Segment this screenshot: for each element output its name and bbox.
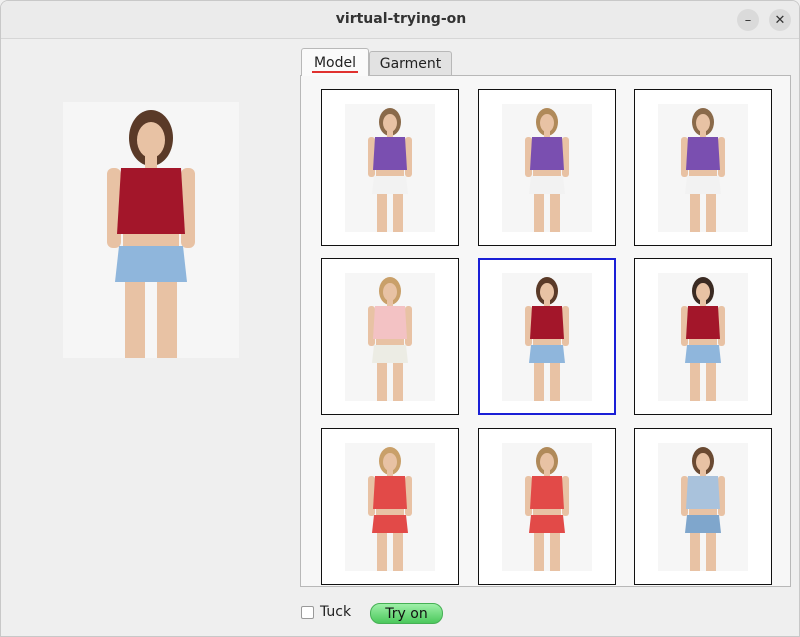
tuck-label: Tuck bbox=[320, 604, 352, 620]
model-photo bbox=[658, 442, 748, 571]
preview-figure bbox=[63, 102, 239, 358]
model-thumbnail[interactable] bbox=[478, 89, 616, 246]
close-icon: ✕ bbox=[774, 12, 786, 28]
model-photo bbox=[345, 103, 435, 232]
model-photo bbox=[502, 272, 592, 401]
model-photo bbox=[345, 272, 435, 401]
close-button[interactable]: ✕ bbox=[769, 9, 791, 31]
app-window: virtual-trying-on – ✕ Model Garment Tuck… bbox=[0, 0, 800, 637]
model-thumbnail[interactable] bbox=[321, 428, 459, 585]
tab-garment-label: Garment bbox=[379, 55, 442, 72]
model-preview-image bbox=[63, 102, 239, 358]
tab-model-label: Model bbox=[313, 54, 357, 71]
model-thumbnail[interactable] bbox=[321, 258, 459, 415]
model-thumbnail[interactable] bbox=[478, 258, 616, 415]
model-gallery-panel[interactable] bbox=[300, 75, 791, 587]
model-thumbnail[interactable] bbox=[634, 428, 772, 585]
title-bar: virtual-trying-on – ✕ bbox=[1, 1, 799, 39]
model-thumbnail[interactable] bbox=[478, 428, 616, 585]
model-photo bbox=[502, 442, 592, 571]
model-thumbnail[interactable] bbox=[634, 89, 772, 246]
minimize-button[interactable]: – bbox=[737, 9, 759, 31]
minimize-icon: – bbox=[744, 12, 752, 28]
tab-active-indicator bbox=[312, 71, 358, 73]
try-on-label: Try on bbox=[385, 605, 428, 622]
tuck-checkbox[interactable] bbox=[301, 606, 314, 619]
model-thumbnail[interactable] bbox=[321, 89, 459, 246]
window-title: virtual-trying-on bbox=[335, 11, 467, 27]
model-photo bbox=[658, 272, 748, 401]
model-photo bbox=[345, 442, 435, 571]
model-thumbnail[interactable] bbox=[634, 258, 772, 415]
tab-garment[interactable]: Garment bbox=[369, 51, 452, 75]
try-on-button[interactable]: Try on bbox=[370, 603, 443, 624]
model-photo bbox=[502, 103, 592, 232]
model-photo bbox=[658, 103, 748, 232]
